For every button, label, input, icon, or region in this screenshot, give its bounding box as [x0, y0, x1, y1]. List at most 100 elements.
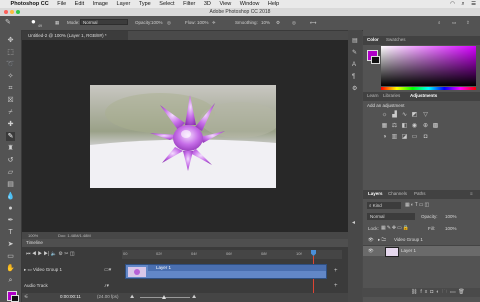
- hue-saturation-icon[interactable]: ▦: [381, 123, 388, 130]
- blur-tool-icon[interactable]: 💧: [6, 192, 15, 201]
- tab-swatches[interactable]: Swatches: [386, 36, 406, 44]
- workspace-icon[interactable]: ▭: [452, 20, 456, 26]
- add-audio-icon[interactable]: +: [334, 283, 338, 289]
- smoothing-value[interactable]: 10%: [261, 20, 270, 25]
- collapse-icon[interactable]: ◂: [352, 220, 358, 226]
- document-tab[interactable]: Untitled-2 @ 100% (Layer 1, RGB/8#) *: [22, 31, 128, 40]
- character-icon[interactable]: A: [352, 62, 358, 68]
- mode-select[interactable]: Normal: [80, 19, 128, 25]
- healing-tool-icon[interactable]: ✚: [6, 120, 15, 129]
- tab-layers[interactable]: Layers: [368, 190, 383, 198]
- hand-tool-icon[interactable]: ✋: [6, 264, 15, 273]
- type-tool-icon[interactable]: T: [6, 228, 15, 237]
- settings-icon[interactable]: ⚙: [58, 251, 62, 257]
- exposure-icon[interactable]: ◩: [411, 112, 418, 119]
- properties-icon[interactable]: ⚙: [352, 86, 358, 92]
- posterize-icon[interactable]: ▥: [391, 134, 398, 141]
- brush-tool-icon[interactable]: ✎: [6, 132, 15, 141]
- paragraph-icon[interactable]: ¶: [352, 74, 358, 80]
- color-balance-icon[interactable]: ⚖: [391, 123, 398, 130]
- add-media-icon[interactable]: +: [334, 268, 338, 274]
- doc-size[interactable]: Doc: 1.48M/1.48M: [58, 232, 91, 239]
- menu-type[interactable]: Type: [139, 0, 151, 8]
- minimize-window-button[interactable]: [10, 10, 14, 14]
- vibrance-icon[interactable]: ▽: [422, 112, 429, 119]
- search-icon[interactable]: ⌕: [438, 20, 441, 25]
- gradient-map-icon[interactable]: ▭: [411, 134, 418, 141]
- layer-row-video-group[interactable]: 👁 ▸ 🗀 Video Group 1: [363, 235, 480, 246]
- audio-icon[interactable]: 🔈: [51, 251, 57, 257]
- lasso-tool-icon[interactable]: ➰: [6, 60, 15, 69]
- layer-clip[interactable]: Layer 1: [125, 264, 327, 279]
- menu-window[interactable]: Window: [240, 0, 260, 8]
- tab-color[interactable]: Color: [367, 36, 379, 44]
- visibility-eye-icon[interactable]: 👁: [368, 246, 374, 256]
- prev-frame-icon[interactable]: ◀: [32, 251, 36, 257]
- track-options-icon[interactable]: ▭▾: [104, 267, 111, 273]
- menu-select[interactable]: Select: [159, 0, 174, 8]
- menu-view[interactable]: View: [219, 0, 231, 8]
- photo-filter-icon[interactable]: ◉: [411, 123, 418, 130]
- selective-color-icon[interactable]: ◘: [422, 134, 429, 141]
- search-icon[interactable]: ⌕: [461, 0, 464, 8]
- app-menu[interactable]: Photoshop CC: [11, 0, 49, 8]
- color-lookup-icon[interactable]: ▩: [432, 123, 439, 130]
- go-first-icon[interactable]: ⏮: [26, 251, 31, 257]
- pressure-size-icon[interactable]: ◎: [292, 20, 296, 26]
- black-white-icon[interactable]: ◧: [401, 123, 408, 130]
- wifi-icon[interactable]: ◠: [450, 0, 455, 8]
- zoom-out-icon[interactable]: ⛰: [130, 294, 134, 300]
- quick-select-tool-icon[interactable]: ✧: [6, 72, 15, 81]
- tab-learn[interactable]: Learn: [367, 92, 379, 100]
- layer-opacity-value[interactable]: 100%: [445, 214, 457, 219]
- clone-stamp-tool-icon[interactable]: ♜: [6, 144, 15, 153]
- eyedropper-tool-icon[interactable]: ⌿: [6, 108, 15, 117]
- zoom-tool-icon[interactable]: ⌕: [6, 276, 15, 285]
- layer-actions[interactable]: ⛓fx◘◐🗀▭🗑: [411, 289, 468, 297]
- menu-file[interactable]: File: [57, 0, 66, 8]
- eraser-tool-icon[interactable]: ▱: [6, 168, 15, 177]
- shape-tool-icon[interactable]: ▭: [6, 252, 15, 261]
- path-select-tool-icon[interactable]: ➤: [6, 240, 15, 249]
- levels-icon[interactable]: ▟: [391, 112, 398, 119]
- audio-options-icon[interactable]: ♪▾: [104, 283, 109, 289]
- zoom-in-icon[interactable]: ⛰: [192, 294, 196, 300]
- brush-tool-icon[interactable]: ✎: [5, 18, 11, 26]
- airbrush-icon[interactable]: ✈: [212, 20, 216, 26]
- split-icon[interactable]: ✂: [64, 251, 68, 257]
- blend-mode-select[interactable]: Normal: [367, 213, 415, 220]
- canvas-image[interactable]: [90, 85, 276, 188]
- close-window-button[interactable]: [4, 10, 8, 14]
- menu-filter[interactable]: Filter: [183, 0, 195, 8]
- brush-settings-icon[interactable]: ▦: [55, 20, 59, 26]
- panel-menu-icon[interactable]: ≡: [470, 190, 473, 198]
- fill-value[interactable]: 100%: [445, 226, 457, 231]
- brush-presets-icon[interactable]: ✎: [352, 50, 358, 56]
- transition-icon[interactable]: ◫: [70, 251, 75, 257]
- next-frame-icon[interactable]: ▶|: [44, 251, 50, 257]
- brightness-contrast-icon[interactable]: ☼: [381, 112, 388, 119]
- menu-layer[interactable]: Layer: [117, 0, 131, 8]
- crop-tool-icon[interactable]: ⌗: [6, 84, 15, 93]
- slider-handle[interactable]: [162, 295, 166, 299]
- dodge-tool-icon[interactable]: ●: [6, 204, 15, 213]
- pressure-opacity-icon[interactable]: ◎: [167, 20, 171, 26]
- curves-icon[interactable]: ∿: [401, 112, 408, 119]
- kind-filter[interactable]: ⌕ Kind: [367, 202, 401, 209]
- zoom-level[interactable]: 100%: [28, 232, 38, 239]
- zoom-window-button[interactable]: [16, 10, 20, 14]
- channel-mixer-icon[interactable]: ⊕: [422, 123, 429, 130]
- frame-tool-icon[interactable]: ☒: [6, 96, 15, 105]
- bg-color-chip[interactable]: [371, 56, 380, 64]
- invert-icon[interactable]: ◑: [381, 134, 388, 141]
- lock-icons[interactable]: ▦✎✥▭🔒: [381, 225, 410, 231]
- tab-libraries[interactable]: Libraries: [383, 92, 400, 100]
- flow-value[interactable]: 100%: [197, 20, 209, 25]
- menu-help[interactable]: Help: [268, 0, 279, 8]
- share-icon[interactable]: ⇪: [466, 20, 470, 26]
- hue-slider[interactable]: [381, 87, 476, 90]
- visibility-eye-icon[interactable]: 👁: [368, 235, 374, 245]
- brush-preset-icon[interactable]: ●: [31, 17, 36, 26]
- history-icon[interactable]: ▤: [352, 38, 358, 44]
- layer-row-layer1[interactable]: 👁 Layer 1: [363, 246, 480, 257]
